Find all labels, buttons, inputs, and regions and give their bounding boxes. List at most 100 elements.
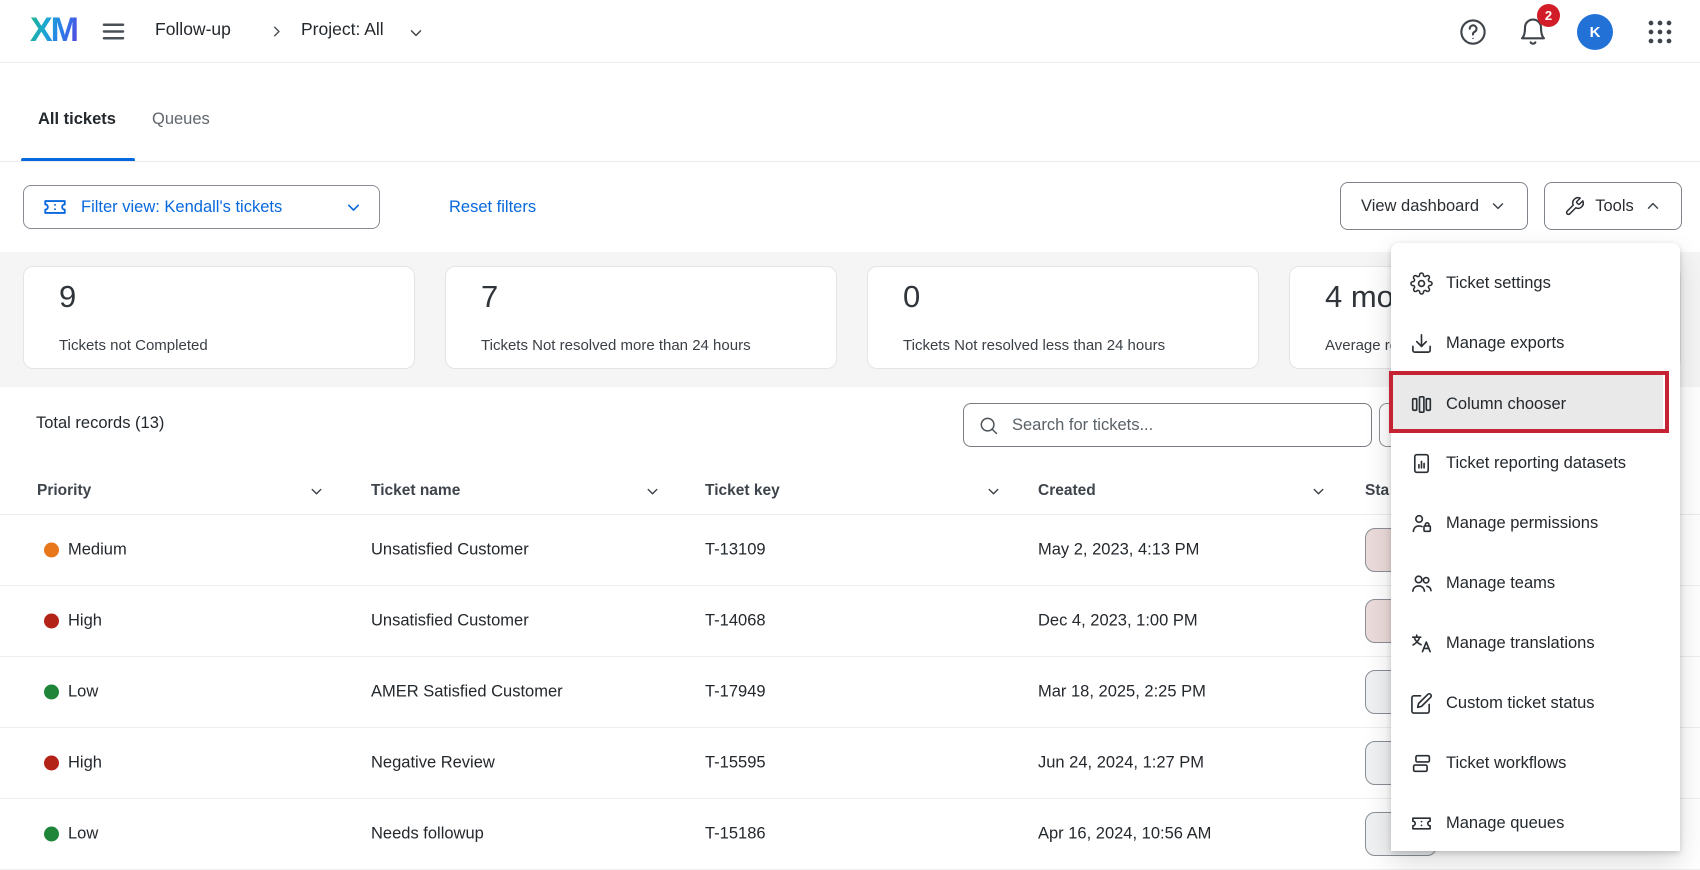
menu-item-manage-exports[interactable]: Manage exports — [1391, 313, 1680, 373]
gear-icon — [1410, 272, 1433, 295]
ticket-name-cell: Negative Review — [371, 754, 495, 773]
tools-button[interactable]: Tools — [1544, 182, 1682, 230]
filter-view-dropdown[interactable]: Filter view: Kendall's tickets — [23, 185, 380, 229]
total-records-label: Total records (13) — [36, 414, 164, 433]
menu-item-manage-teams[interactable]: Manage teams — [1391, 553, 1680, 613]
tab-all-tickets[interactable]: All tickets — [38, 110, 116, 129]
tools-menu: Ticket settings Manage exports Column ch… — [1391, 243, 1680, 851]
ticket-key-cell: T-13109 — [705, 541, 766, 560]
stat-card-not-completed: 9 Tickets not Completed — [23, 266, 415, 369]
search-icon — [978, 415, 999, 436]
menu-item-ticket-workflows[interactable]: Ticket workflows — [1391, 733, 1680, 793]
search-input[interactable] — [1010, 415, 1359, 436]
stat-card-over-24h: 7 Tickets Not resolved more than 24 hour… — [445, 266, 837, 369]
priority-cell: Low — [68, 683, 98, 702]
chevron-down-icon[interactable] — [985, 483, 1002, 500]
chevron-down-icon[interactable] — [1310, 483, 1327, 500]
report-document-icon — [1410, 452, 1433, 475]
menu-item-label: Ticket reporting datasets — [1446, 454, 1626, 473]
menu-item-label: Column chooser — [1446, 395, 1566, 414]
priority-dot — [44, 827, 59, 842]
menu-item-label: Manage teams — [1446, 574, 1555, 593]
stat-label: Tickets not Completed — [59, 337, 208, 354]
menu-item-label: Manage queues — [1446, 814, 1564, 833]
view-dashboard-button[interactable]: View dashboard — [1340, 182, 1528, 230]
stat-value: 0 — [903, 279, 920, 315]
tools-label: Tools — [1595, 197, 1634, 216]
created-cell: Mar 18, 2025, 2:25 PM — [1038, 683, 1206, 702]
menu-item-label: Ticket settings — [1446, 274, 1551, 293]
column-header-ticket-name: Ticket name — [371, 482, 460, 500]
menu-item-manage-translations[interactable]: Manage translations — [1391, 613, 1680, 673]
download-icon — [1410, 332, 1433, 355]
ticket-key-cell: T-14068 — [705, 612, 766, 631]
top-bar: XM Follow-up Project: All 2 K — [0, 0, 1700, 63]
chevron-down-icon — [344, 198, 363, 217]
menu-item-label: Manage exports — [1446, 334, 1564, 353]
edit-square-icon — [1410, 692, 1433, 715]
ticket-name-cell: Unsatisfied Customer — [371, 612, 529, 631]
priority-dot — [44, 614, 59, 629]
tab-queues[interactable]: Queues — [152, 110, 210, 129]
chevron-up-icon — [1644, 197, 1662, 215]
menu-item-label: Manage permissions — [1446, 514, 1598, 533]
avatar[interactable]: K — [1577, 14, 1613, 50]
chevron-down-icon[interactable] — [308, 483, 325, 500]
menu-item-ticket-settings[interactable]: Ticket settings — [1391, 253, 1680, 313]
ticket-name-cell: Needs followup — [371, 825, 484, 844]
xm-logo: XM — [30, 11, 77, 50]
chevron-right-icon — [268, 23, 285, 40]
tabs-divider — [0, 161, 1700, 162]
column-header-status: Sta — [1365, 482, 1389, 500]
ticket-icon — [1410, 812, 1433, 835]
priority-cell: Medium — [68, 541, 127, 560]
apps-grid-icon[interactable] — [1645, 17, 1675, 47]
breadcrumb-project-dropdown[interactable]: Project: All — [301, 19, 384, 40]
ticket-icon — [42, 194, 68, 220]
created-cell: Apr 16, 2024, 10:56 AM — [1038, 825, 1211, 844]
menu-item-label: Ticket workflows — [1446, 754, 1566, 773]
column-header-ticket-key: Ticket key — [705, 482, 780, 500]
chevron-down-icon[interactable] — [407, 24, 425, 42]
workflow-icon — [1410, 752, 1433, 775]
stat-value: 4 mo — [1325, 279, 1394, 315]
notification-badge: 2 — [1537, 4, 1560, 27]
priority-dot — [44, 685, 59, 700]
created-cell: May 2, 2023, 4:13 PM — [1038, 541, 1199, 560]
menu-item-custom-ticket-status[interactable]: Custom ticket status — [1391, 673, 1680, 733]
breadcrumb-section: Follow-up — [155, 19, 231, 40]
priority-dot — [44, 756, 59, 771]
priority-cell: High — [68, 612, 102, 631]
priority-cell: Low — [68, 825, 98, 844]
filter-view-label: Filter view: Kendall's tickets — [81, 198, 282, 217]
stat-label: Tickets Not resolved less than 24 hours — [903, 337, 1165, 354]
stat-card-under-24h: 0 Tickets Not resolved less than 24 hour… — [867, 266, 1259, 369]
stat-value: 9 — [59, 279, 76, 315]
column-header-created: Created — [1038, 482, 1096, 500]
created-cell: Dec 4, 2023, 1:00 PM — [1038, 612, 1198, 631]
ticket-name-cell: Unsatisfied Customer — [371, 541, 529, 560]
column-header-priority: Priority — [37, 482, 91, 500]
reset-filters-link[interactable]: Reset filters — [449, 198, 536, 217]
created-cell: Jun 24, 2024, 1:27 PM — [1038, 754, 1204, 773]
chevron-down-icon[interactable] — [644, 483, 661, 500]
hamburger-menu-icon[interactable] — [100, 18, 127, 45]
person-lock-icon — [1410, 512, 1433, 535]
menu-item-manage-permissions[interactable]: Manage permissions — [1391, 493, 1680, 553]
help-icon[interactable] — [1458, 17, 1488, 47]
menu-item-manage-queues[interactable]: Manage queues — [1391, 793, 1680, 853]
ticket-key-cell: T-15595 — [705, 754, 766, 773]
stat-value: 7 — [481, 279, 498, 315]
stat-label: Tickets Not resolved more than 24 hours — [481, 337, 751, 354]
ticket-name-cell: AMER Satisfied Customer — [371, 683, 563, 702]
ticket-key-cell: T-17949 — [705, 683, 766, 702]
ticket-key-cell: T-15186 — [705, 825, 766, 844]
menu-item-column-chooser[interactable]: Column chooser — [1391, 373, 1663, 433]
search-box[interactable] — [963, 403, 1372, 447]
view-dashboard-label: View dashboard — [1361, 197, 1479, 216]
menu-item-ticket-reporting-datasets[interactable]: Ticket reporting datasets — [1391, 433, 1680, 493]
people-icon — [1410, 572, 1433, 595]
chevron-down-icon — [1489, 197, 1507, 215]
columns-icon — [1410, 393, 1433, 416]
priority-dot — [44, 543, 59, 558]
